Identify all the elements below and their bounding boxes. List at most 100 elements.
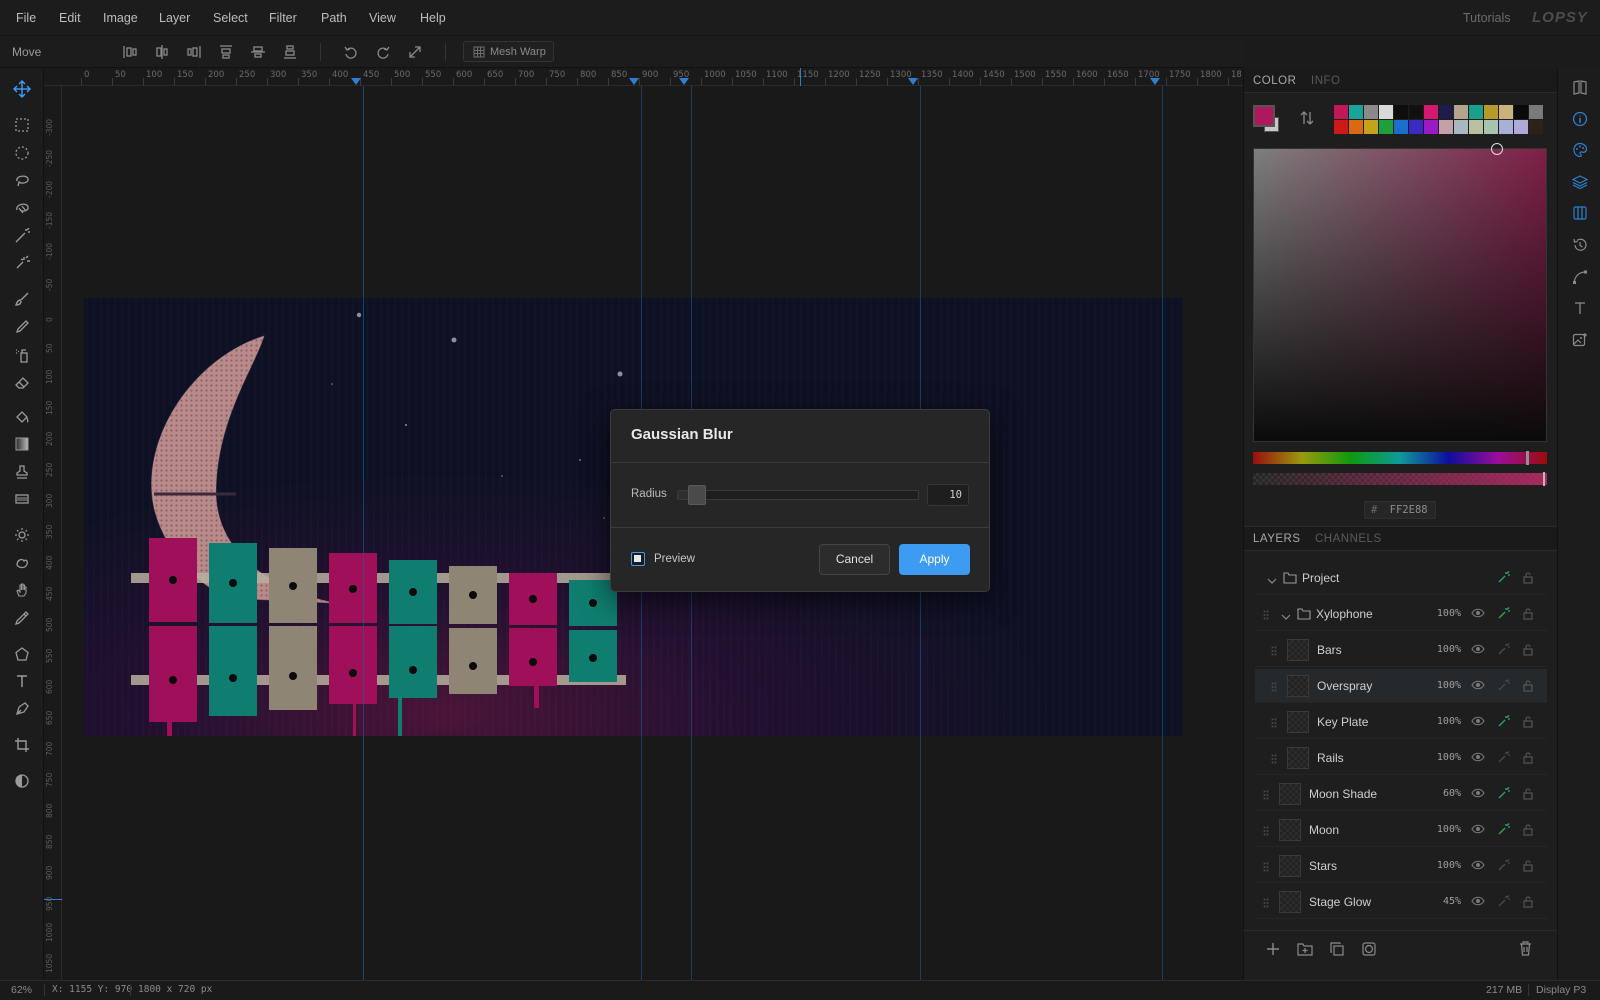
effects-icon[interactable]	[1497, 823, 1510, 839]
radius-input[interactable]: 10	[927, 484, 969, 506]
drag-handle-icon[interactable]	[1263, 609, 1269, 620]
drag-handle-icon[interactable]	[1263, 789, 1269, 800]
drag-handle-icon[interactable]	[1263, 861, 1269, 872]
lock-icon[interactable]	[1522, 679, 1534, 695]
menu-layer[interactable]: Layer	[159, 11, 190, 25]
quick-select-icon[interactable]	[9, 252, 35, 274]
add-layer-icon[interactable]	[1266, 942, 1280, 956]
effects-icon[interactable]	[1497, 607, 1510, 623]
spray-icon[interactable]	[9, 344, 35, 366]
contrast-icon[interactable]	[9, 770, 35, 792]
chevron-down-icon[interactable]	[1267, 574, 1277, 588]
color-swatch[interactable]	[1499, 105, 1513, 119]
guide-line[interactable]	[363, 86, 364, 980]
lock-icon[interactable]	[1522, 607, 1534, 623]
duplicate-layer-icon[interactable]	[1330, 942, 1344, 956]
shape-icon[interactable]	[9, 643, 35, 665]
layer-row[interactable]: Rails 100%	[1255, 741, 1547, 775]
color-swatch[interactable]	[1379, 105, 1393, 119]
lock-icon[interactable]	[1522, 571, 1534, 587]
tab-channels[interactable]: CHANNELS	[1315, 533, 1382, 545]
eraser-icon[interactable]	[9, 371, 35, 393]
menu-view[interactable]: View	[369, 11, 396, 25]
vertical-ruler[interactable]: -300 -250 -200 -150 -100 -50 0 50 100 150 200 250 30…	[44, 86, 62, 980]
history-icon[interactable]	[1570, 235, 1590, 255]
align-hcenter-icon[interactable]	[154, 44, 170, 60]
color-swatch[interactable]	[1529, 120, 1543, 134]
lock-icon[interactable]	[1522, 895, 1534, 911]
color-swatch[interactable]	[1364, 105, 1378, 119]
effects-icon[interactable]	[1497, 787, 1510, 803]
brush-icon[interactable]	[9, 288, 35, 310]
cancel-button[interactable]: Cancel	[819, 544, 890, 575]
layer-row[interactable]: Moon Shade 60%	[1255, 777, 1547, 811]
paths-icon[interactable]	[1570, 267, 1590, 287]
layer-opacity[interactable]: 45%	[1443, 896, 1461, 907]
guide-marker[interactable]	[679, 78, 689, 85]
drag-handle-icon[interactable]	[1271, 681, 1277, 692]
color-swatch[interactable]	[1499, 120, 1513, 134]
layer-opacity[interactable]: 100%	[1437, 680, 1461, 691]
color-swatch[interactable]	[1394, 120, 1408, 134]
color-swatch[interactable]	[1334, 105, 1348, 119]
menu-path[interactable]: Path	[321, 11, 347, 25]
bucket-icon[interactable]	[9, 406, 35, 428]
hue-slider[interactable]	[1253, 451, 1547, 465]
crop-icon[interactable]	[9, 734, 35, 756]
image-add-icon[interactable]	[1570, 330, 1590, 350]
layer-opacity[interactable]: 100%	[1437, 824, 1461, 835]
hand-icon[interactable]	[9, 579, 35, 601]
color-swatch[interactable]	[1514, 120, 1528, 134]
layer-row[interactable]: Moon 100%	[1255, 813, 1547, 847]
ellipse-marquee-icon[interactable]	[9, 142, 35, 164]
character-icon[interactable]	[1570, 298, 1590, 318]
menu-image[interactable]: Image	[103, 11, 138, 25]
layer-opacity[interactable]: 100%	[1437, 716, 1461, 727]
lock-icon[interactable]	[1522, 643, 1534, 659]
tab-layers[interactable]: LAYERS	[1253, 533, 1301, 545]
tab-info[interactable]: INFO	[1311, 75, 1340, 87]
guide-marker[interactable]	[908, 78, 918, 85]
radius-slider-thumb[interactable]	[687, 485, 706, 505]
palette-icon[interactable]	[1570, 140, 1590, 160]
guide-marker[interactable]	[629, 78, 639, 85]
eye-icon[interactable]	[1471, 859, 1485, 874]
align-right-icon[interactable]	[186, 44, 202, 60]
align-vcenter-icon[interactable]	[250, 44, 266, 60]
guide-line[interactable]	[1162, 86, 1163, 980]
channels-icon[interactable]	[1570, 203, 1590, 223]
menu-edit[interactable]: Edit	[59, 11, 81, 25]
effects-icon[interactable]	[1497, 715, 1510, 731]
stamp-icon[interactable]	[9, 461, 35, 483]
eye-icon[interactable]	[1471, 787, 1485, 802]
color-swatch[interactable]	[1454, 120, 1468, 134]
color-swatch[interactable]	[1424, 120, 1438, 134]
info-icon[interactable]	[1570, 109, 1590, 129]
color-swatch[interactable]	[1379, 120, 1393, 134]
pencil-icon[interactable]	[9, 316, 35, 338]
color-swatch[interactable]	[1409, 120, 1423, 134]
lock-icon[interactable]	[1522, 859, 1534, 875]
eye-icon[interactable]	[1471, 607, 1485, 622]
hue-handle[interactable]	[1526, 451, 1529, 465]
rotate-right-icon[interactable]	[375, 44, 391, 60]
color-swatch[interactable]	[1334, 120, 1348, 134]
color-swatch[interactable]	[1469, 105, 1483, 119]
effects-icon[interactable]	[1497, 895, 1510, 911]
patch-icon[interactable]	[9, 488, 35, 510]
horizontal-ruler[interactable]: 0 50 100 150 200 250 300 350 400 450 500 550 600 650 7…	[44, 68, 1243, 86]
drag-handle-icon[interactable]	[1271, 645, 1277, 656]
layers-icon[interactable]	[1570, 172, 1590, 192]
layer-row[interactable]: Stage Glow 45%	[1255, 885, 1547, 919]
color-swatch[interactable]	[1349, 105, 1363, 119]
magic-wand-icon[interactable]	[9, 225, 35, 247]
lasso-icon[interactable]	[9, 169, 35, 191]
rect-marquee-icon[interactable]	[9, 114, 35, 136]
preview-checkbox[interactable]	[631, 552, 645, 566]
drag-handle-icon[interactable]	[1263, 897, 1269, 908]
move-tool-icon[interactable]	[9, 78, 35, 100]
lock-icon[interactable]	[1522, 823, 1534, 839]
saturation-value-field[interactable]	[1253, 143, 1547, 442]
swap-colors-icon[interactable]	[1300, 110, 1314, 126]
guide-marker[interactable]	[351, 78, 361, 85]
